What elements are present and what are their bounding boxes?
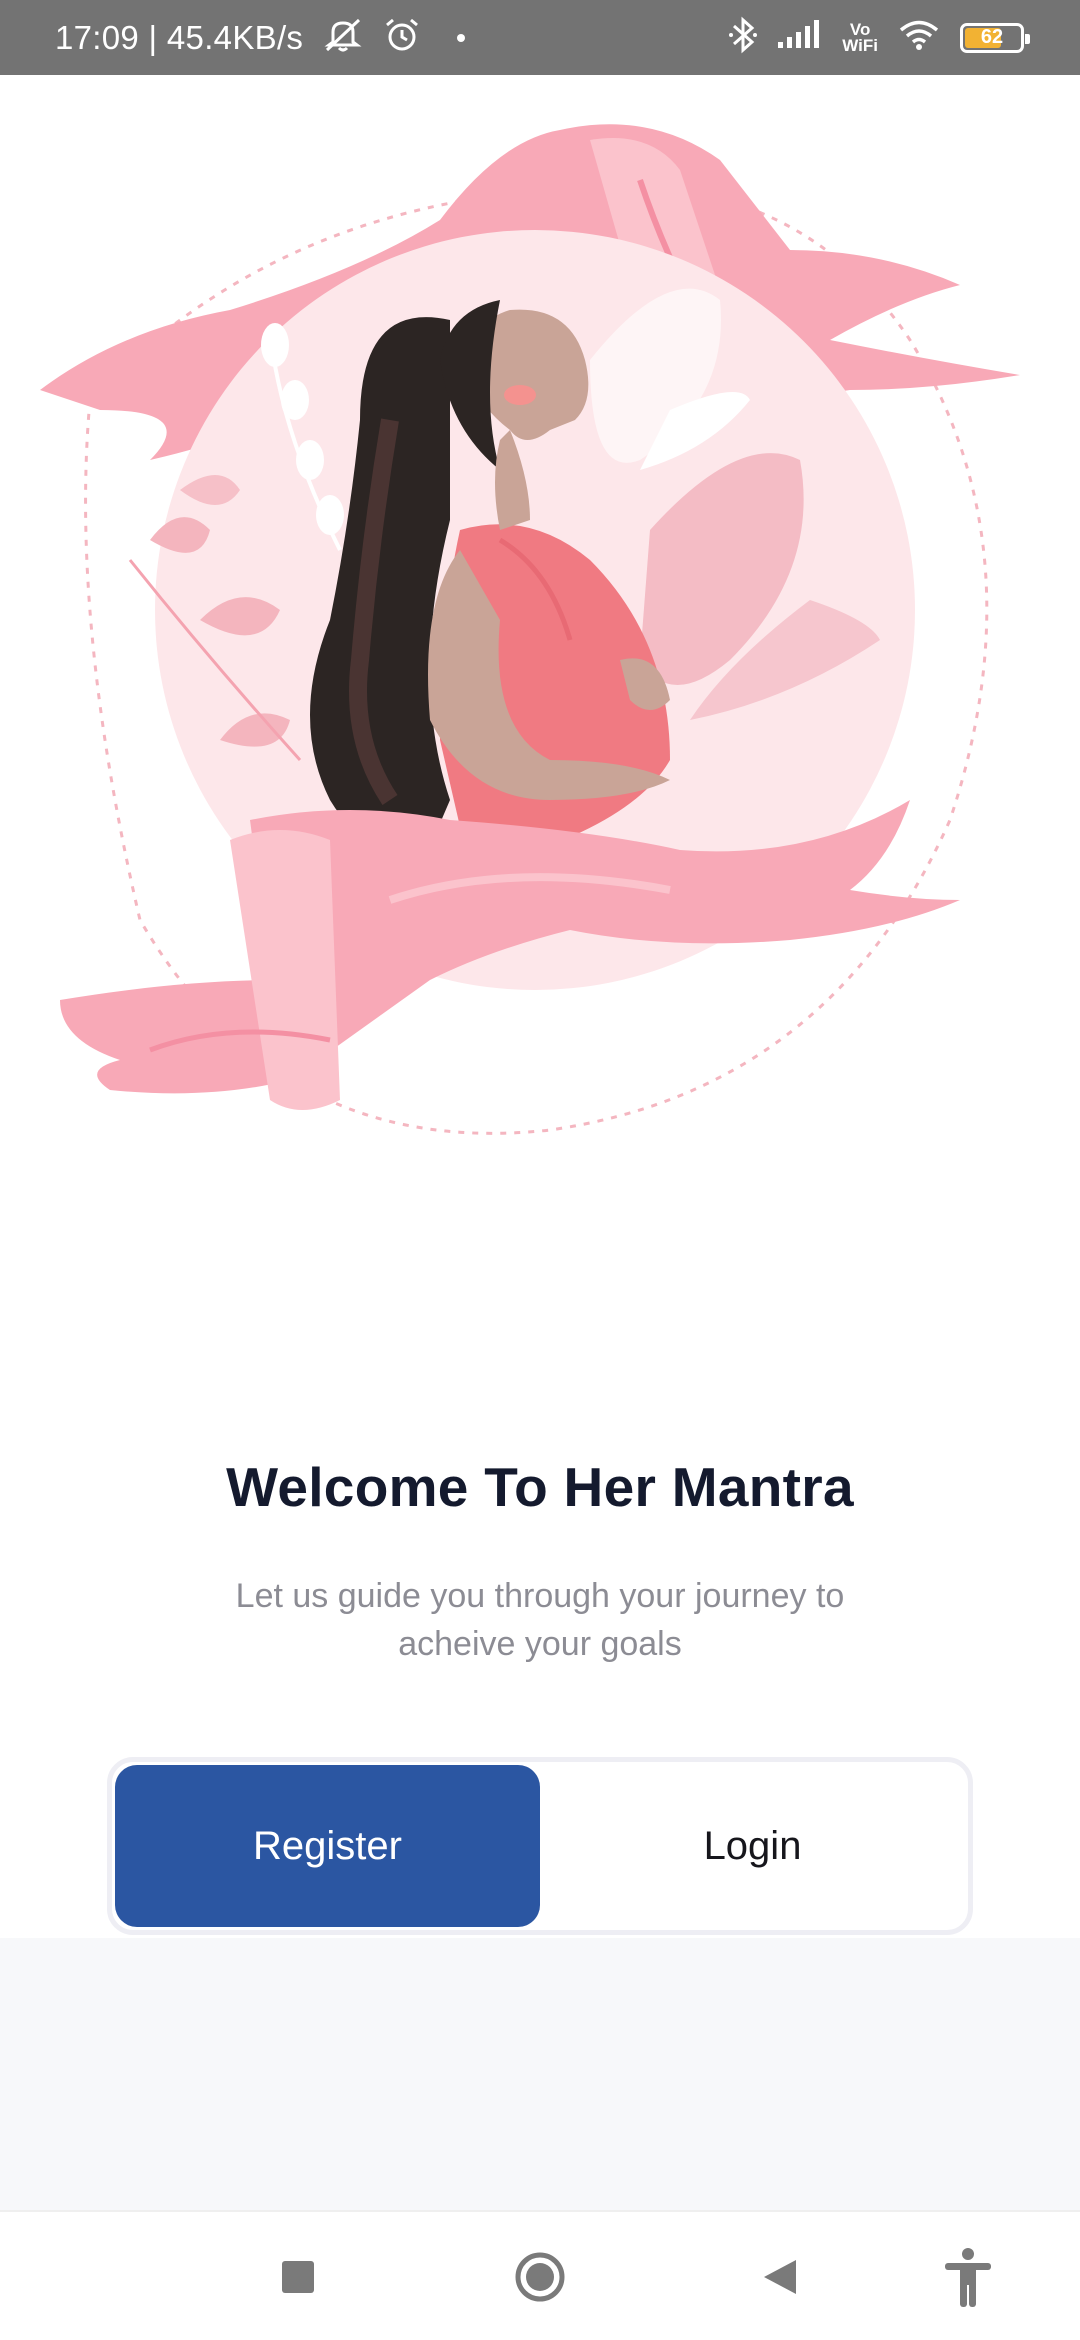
auth-toggle: Register Login bbox=[107, 1757, 973, 1935]
alarm-icon bbox=[383, 17, 421, 58]
circle-icon bbox=[515, 2252, 565, 2302]
status-right: Vo WiFi 62 bbox=[728, 16, 1030, 59]
vowifi-icon: Vo WiFi bbox=[842, 21, 878, 55]
signal-icon bbox=[778, 20, 822, 55]
wifi-icon bbox=[898, 19, 940, 56]
home-button[interactable] bbox=[500, 2212, 580, 2340]
login-button[interactable]: Login bbox=[540, 1765, 965, 1927]
accessibility-icon bbox=[945, 2248, 991, 2307]
system-nav-bar bbox=[0, 2210, 1080, 2340]
accessibility-button[interactable] bbox=[928, 2212, 1008, 2340]
recents-button[interactable] bbox=[258, 2212, 338, 2340]
welcome-subtitle: Let us guide you through your journey to… bbox=[235, 1577, 845, 1663]
vowifi-line2: WiFi bbox=[842, 35, 878, 55]
hero-illustration bbox=[30, 100, 1060, 1180]
notification-dot bbox=[457, 33, 466, 42]
back-triangle-icon bbox=[764, 2260, 796, 2294]
bluetooth-icon bbox=[728, 16, 758, 59]
square-icon bbox=[282, 2261, 314, 2293]
battery-level: 62 bbox=[980, 26, 1004, 48]
register-button[interactable]: Register bbox=[115, 1765, 540, 1927]
status-time-speed: 17:09 | 45.4KB/s bbox=[55, 18, 304, 56]
welcome-title: Welcome To Her Mantra bbox=[226, 1456, 854, 1518]
status-bar: 17:09 | 45.4KB/s Vo WiFi 62 bbox=[0, 0, 1080, 75]
mute-icon bbox=[323, 18, 363, 57]
battery-icon: 62 bbox=[960, 22, 1030, 53]
bottom-background bbox=[0, 1938, 1080, 2210]
status-left: 17:09 | 45.4KB/s bbox=[55, 17, 466, 58]
back-button[interactable] bbox=[740, 2212, 820, 2340]
